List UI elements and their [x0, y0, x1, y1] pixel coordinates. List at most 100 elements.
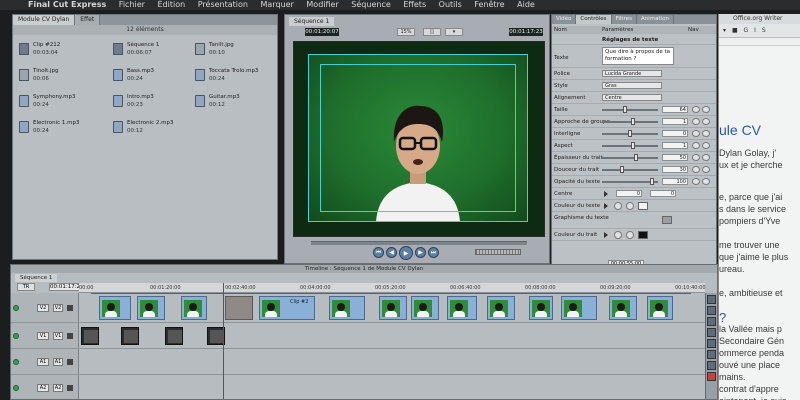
- param-select[interactable]: Gras: [602, 82, 662, 89]
- italic-icon[interactable]: I: [754, 24, 756, 38]
- destination-track-label[interactable]: V1: [53, 331, 63, 340]
- crosshair-icon[interactable]: [604, 191, 608, 197]
- jog-control[interactable]: [475, 249, 521, 255]
- slider-thumb[interactable]: [650, 178, 654, 185]
- tab-animation[interactable]: Animation: [637, 15, 674, 24]
- current-timecode[interactable]: 00:01:17:23: [509, 28, 543, 36]
- track-visibility-icon[interactable]: [13, 358, 19, 365]
- crop-tool-icon[interactable]: [707, 350, 716, 359]
- video-clip[interactable]: [447, 296, 477, 320]
- video-clip[interactable]: [329, 296, 365, 320]
- param-slider[interactable]: [602, 106, 658, 113]
- tab-timeline-sequence[interactable]: Séquence 1: [15, 274, 58, 282]
- menu-item-fenetre[interactable]: Fenêtre: [474, 0, 504, 10]
- tab-sequence[interactable]: Séquence 1: [289, 17, 335, 26]
- video-clip[interactable]: [411, 296, 439, 320]
- menu-item-outils[interactable]: Outils: [439, 0, 462, 10]
- destination-track-label[interactable]: V2: [53, 303, 63, 312]
- title-clip[interactable]: [81, 327, 99, 345]
- disclosure-icon[interactable]: [604, 232, 608, 238]
- param-slider[interactable]: [602, 118, 658, 125]
- param-slider[interactable]: [602, 166, 658, 173]
- eyedropper-icon[interactable]: [614, 202, 622, 210]
- video-clip[interactable]: [487, 296, 515, 320]
- destination-track-label[interactable]: A2: [53, 383, 63, 392]
- tab-module-cv[interactable]: Module CV Dylan: [13, 15, 76, 25]
- hue-direction-icon[interactable]: [626, 202, 634, 210]
- video-clip[interactable]: [609, 296, 637, 320]
- destination-track-label[interactable]: A1: [53, 357, 63, 366]
- slider-thumb[interactable]: [620, 166, 624, 173]
- tab-filtres[interactable]: Filtres: [612, 15, 637, 24]
- go-to-end-icon[interactable]: ⏭: [428, 247, 439, 258]
- graphic-well[interactable]: [662, 216, 672, 224]
- slider-thumb[interactable]: [623, 106, 627, 113]
- browser-clip[interactable]: Electronic 1.mp3 00:24: [19, 119, 93, 141]
- select-track-tool-icon[interactable]: [707, 306, 716, 315]
- track-visibility-icon[interactable]: [13, 332, 19, 339]
- pen-tool-icon[interactable]: [707, 361, 716, 370]
- scrubber-bar[interactable]: [311, 241, 527, 245]
- track-visibility-icon[interactable]: [13, 384, 19, 391]
- track-lock-icon[interactable]: [67, 304, 73, 311]
- video-clip[interactable]: [561, 296, 597, 320]
- slider-thumb[interactable]: [631, 118, 635, 125]
- source-track-label[interactable]: A1: [37, 357, 49, 366]
- tab-effets[interactable]: Effet: [75, 15, 101, 25]
- track-lock-icon[interactable]: [67, 332, 73, 339]
- menu-item-sequence[interactable]: Séquence: [351, 0, 390, 10]
- color-swatch[interactable]: [638, 231, 648, 239]
- center-x[interactable]: 0: [616, 190, 642, 197]
- tab-controles[interactable]: Contrôles: [576, 15, 612, 24]
- menu-item-effets[interactable]: Effets: [403, 0, 426, 10]
- app-menu[interactable]: Final Cut Express: [28, 0, 106, 10]
- reset-icon[interactable]: [692, 166, 700, 173]
- param-value[interactable]: 1: [662, 118, 688, 125]
- param-slider[interactable]: [602, 142, 658, 149]
- browser-clip[interactable]: Tinolt.jpg 00:06: [19, 67, 93, 89]
- underline-icon[interactable]: S: [762, 24, 766, 38]
- browser-clip[interactable]: Electronic 2.mp3 00:12: [113, 119, 187, 141]
- param-value[interactable]: 0: [662, 130, 688, 137]
- color-swatch[interactable]: [638, 202, 648, 210]
- playhead[interactable]: [223, 283, 224, 399]
- param-slider[interactable]: [602, 178, 658, 185]
- source-track-label[interactable]: V2: [37, 303, 49, 312]
- font-size-box[interactable]: ■: [732, 24, 738, 38]
- menu-item-marquer[interactable]: Marquer: [261, 0, 294, 10]
- timeline-ruler[interactable]: 00:00 00:01:20:00 00:02:40:00 00:04:00:00 00…: [79, 283, 706, 293]
- browser-clip[interactable]: Toccata Trolo.mp3 00:24: [195, 67, 269, 89]
- keyframe-icon[interactable]: [702, 154, 710, 161]
- keyframe-icon[interactable]: [702, 130, 710, 137]
- source-track-label[interactable]: V1: [37, 331, 49, 340]
- bold-icon[interactable]: G: [744, 24, 749, 38]
- video-clip[interactable]: [379, 296, 407, 320]
- source-track-label[interactable]: A2: [37, 383, 49, 392]
- browser-clip[interactable]: Intro.mp3 00:23: [113, 93, 187, 115]
- video-frame[interactable]: [293, 41, 545, 237]
- step-forward-icon[interactable]: ▶: [415, 247, 426, 258]
- razor-tool-icon[interactable]: [707, 328, 716, 337]
- browser-clip[interactable]: Séquence 1 00:06:07: [113, 41, 187, 63]
- video-clip[interactable]: [529, 296, 553, 320]
- play-icon[interactable]: ▶: [399, 246, 413, 260]
- keyframe-icon[interactable]: [702, 178, 710, 185]
- browser-clip[interactable]: Bass.mp3 00:24: [113, 67, 187, 89]
- menu-item-aide[interactable]: Aide: [517, 0, 535, 10]
- zoom-dropdown[interactable]: 15%: [397, 28, 415, 36]
- browser-clip[interactable]: Tanilt.jpg 00:10: [195, 41, 269, 63]
- stop-icon[interactable]: [707, 372, 716, 381]
- step-back-icon[interactable]: ◀: [386, 247, 397, 258]
- go-to-start-icon[interactable]: ⏮: [373, 247, 384, 258]
- track-lock-icon[interactable]: [67, 384, 73, 391]
- keyframe-icon[interactable]: [702, 106, 710, 113]
- duration-timecode[interactable]: 00:01:20:07: [305, 28, 339, 36]
- roll-tool-icon[interactable]: [707, 317, 716, 326]
- title-clip[interactable]: [121, 327, 139, 345]
- reset-icon[interactable]: [692, 154, 700, 161]
- param-value[interactable]: 100: [662, 178, 688, 185]
- slider-thumb[interactable]: [634, 154, 638, 161]
- zoom-tool-icon[interactable]: [707, 339, 716, 348]
- video-clip[interactable]: Clip #2: [259, 296, 315, 320]
- browser-clip[interactable]: Symphony.mp3 00:24: [19, 93, 93, 115]
